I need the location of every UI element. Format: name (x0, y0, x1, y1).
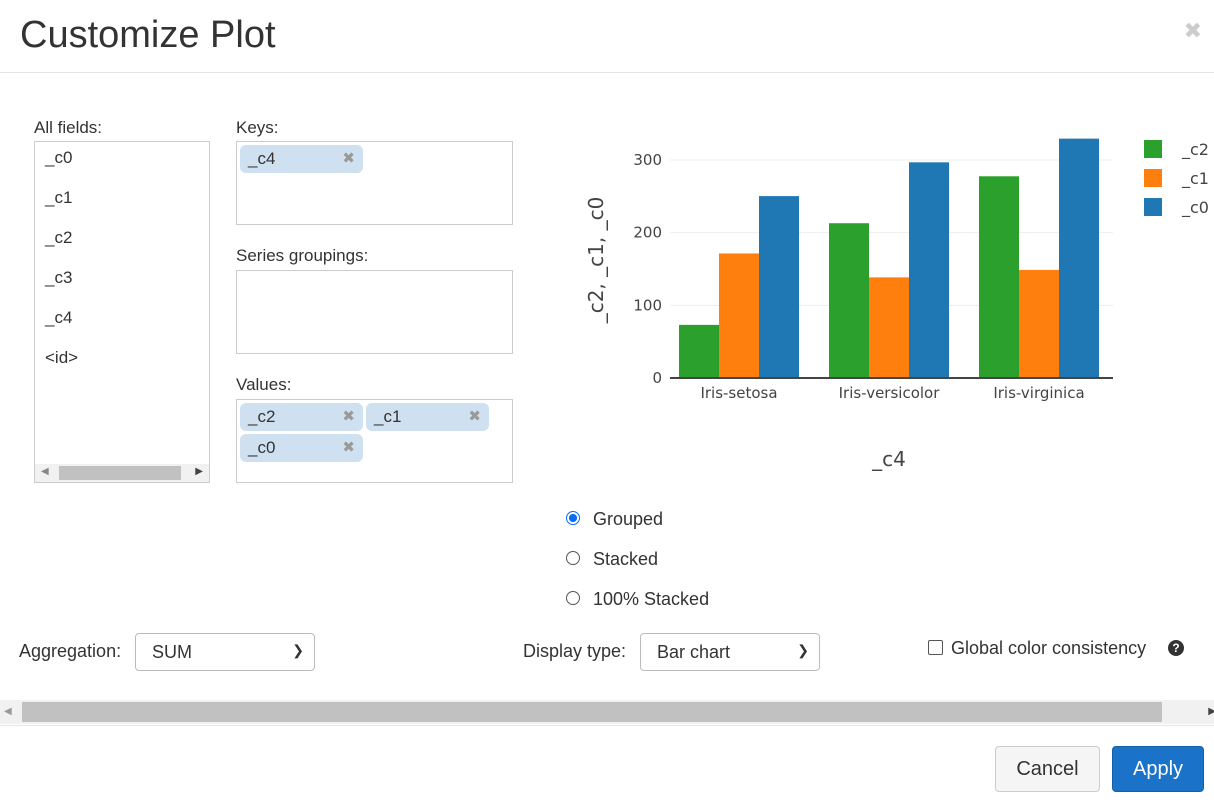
radio-label: 100% Stacked (593, 589, 710, 609)
legend-swatch (1144, 140, 1162, 158)
footer-divider (0, 725, 1214, 726)
field-item[interactable]: _c0 (35, 144, 209, 176)
y-tick-label: 300 (633, 151, 662, 169)
bar (1059, 138, 1099, 378)
radio-stacked[interactable] (566, 551, 580, 565)
remove-chip-icon[interactable]: ✖ (342, 403, 355, 431)
field-chip[interactable]: _c4 ✖ (240, 145, 363, 173)
chevron-down-icon: ❯ (292, 642, 304, 658)
bar (979, 176, 1019, 378)
close-icon[interactable]: ✖ (1184, 18, 1202, 44)
values-dropzone[interactable]: _c2 ✖ _c1 ✖ _c0 ✖ (236, 399, 513, 483)
legend-label: _c2 (1181, 140, 1209, 160)
bar (829, 223, 869, 378)
scroll-right-icon[interactable]: ▶ (1208, 706, 1214, 717)
x-tick-label: Iris-virginica (993, 384, 1084, 402)
remove-chip-icon[interactable]: ✖ (342, 434, 355, 462)
bar (869, 277, 909, 378)
bar (1019, 269, 1059, 378)
series-groupings-dropzone[interactable] (236, 270, 513, 354)
scrollbar-thumb[interactable] (59, 466, 181, 480)
legend-label: _c1 (1181, 169, 1209, 189)
legend-swatch (1144, 169, 1162, 187)
radio-grouped[interactable] (566, 511, 580, 525)
bar (759, 196, 799, 378)
field-item[interactable]: _c2 (35, 224, 209, 256)
x-tick-label: Iris-setosa (700, 384, 777, 402)
keys-dropzone[interactable]: _c4 ✖ (236, 141, 513, 225)
global-color-label: Global color consistency (951, 638, 1147, 658)
bar (909, 162, 949, 378)
radio-100-stacked[interactable] (566, 591, 580, 605)
bar (679, 324, 719, 378)
chevron-down-icon: ❯ (797, 642, 809, 658)
x-tick-label: Iris-versicolor (839, 384, 941, 402)
all-fields-list[interactable]: _c0 _c1 _c2 _c3 _c4 <id> ◀ ▶ (34, 141, 210, 483)
cancel-button[interactable]: Cancel (995, 746, 1100, 792)
help-icon[interactable]: ? (1168, 640, 1184, 656)
remove-chip-icon[interactable]: ✖ (342, 145, 355, 173)
dialog-horizontal-scrollbar[interactable]: ◀ ▶ (0, 700, 1214, 724)
dialog-title: Customize Plot (20, 14, 276, 56)
field-chip[interactable]: _c0 ✖ (240, 434, 363, 462)
legend-label: _c0 (1181, 198, 1209, 218)
scrollbar-thumb[interactable] (22, 702, 1162, 722)
scroll-left-icon[interactable]: ◀ (4, 706, 12, 717)
apply-button[interactable]: Apply (1112, 746, 1204, 792)
chip-label: _c4 (248, 149, 276, 168)
y-tick-label: 200 (633, 224, 662, 242)
aggregation-select[interactable]: SUM ❯ (135, 633, 315, 671)
y-axis-title: _c2, _c1, _c0 (584, 197, 608, 325)
series-groupings-label: Series groupings: (236, 246, 369, 265)
field-item[interactable]: <id> (35, 344, 209, 376)
x-axis-title: _c4 (871, 447, 906, 471)
field-chip[interactable]: _c1 ✖ (366, 403, 489, 431)
all-fields-label: All fields: (34, 118, 103, 137)
radio-label: Grouped (593, 509, 664, 529)
global-color-checkbox[interactable] (928, 640, 943, 655)
horizontal-scrollbar[interactable]: ◀ ▶ (35, 464, 209, 482)
legend-swatch (1144, 198, 1162, 216)
field-item[interactable]: _c1 (35, 184, 209, 216)
header-divider (0, 72, 1214, 73)
scroll-right-icon[interactable]: ▶ (195, 466, 203, 477)
remove-chip-icon[interactable]: ✖ (468, 403, 481, 431)
display-type-label: Display type: (523, 641, 627, 661)
bar (719, 253, 759, 378)
field-item[interactable]: _c4 (35, 304, 209, 336)
values-label: Values: (236, 375, 292, 394)
chip-label: _c2 (248, 407, 276, 426)
aggregation-label: Aggregation: (19, 641, 122, 661)
display-type-select[interactable]: Bar chart ❯ (640, 633, 820, 671)
aggregation-value: SUM (152, 642, 192, 662)
radio-label: Stacked (593, 549, 659, 569)
display-type-value: Bar chart (657, 642, 731, 662)
field-chip[interactable]: _c2 ✖ (240, 403, 363, 431)
y-tick-label: 0 (652, 369, 662, 387)
bar-chart: 0 100 200 300 Iris-setosa Iris-versicolor Iris… (584, 138, 1209, 471)
y-tick-label: 100 (633, 296, 662, 314)
chip-label: _c0 (248, 438, 276, 457)
field-item[interactable]: _c3 (35, 264, 209, 296)
chip-label: _c1 (374, 407, 402, 426)
scroll-left-icon[interactable]: ◀ (41, 466, 49, 477)
keys-label: Keys: (236, 118, 279, 137)
